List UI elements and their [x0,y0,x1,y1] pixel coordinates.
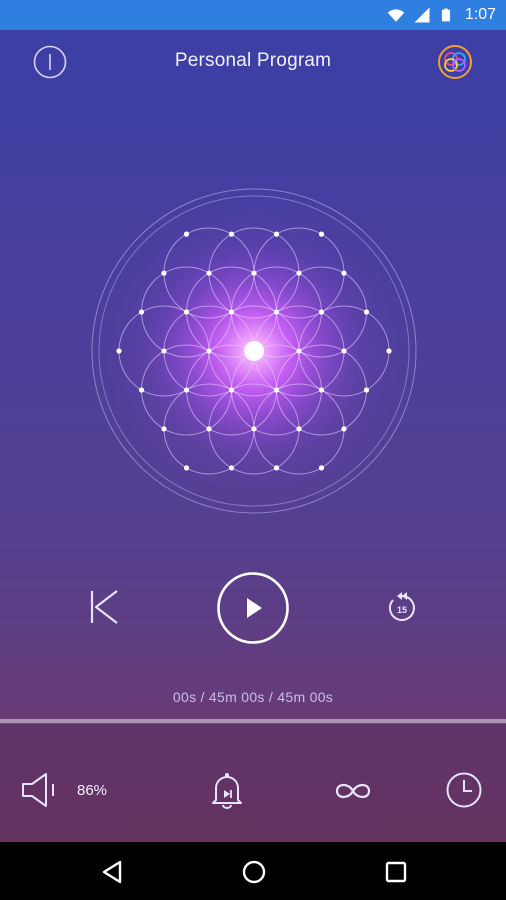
flower-node [341,426,347,432]
playback-time: 00s / 45m 00s / 45m 00s [172,689,334,705]
flower-node [183,309,190,315]
status-time: 1:07 [464,6,496,23]
flower-node [228,387,235,393]
flower-node [273,231,280,237]
system-nav-bar [0,842,506,900]
flower-node [206,426,212,432]
flower-node [251,270,257,276]
flower-node [251,426,257,432]
infinity-icon[interactable] [333,776,373,806]
flower-node [318,465,325,471]
wifi-icon [387,9,405,22]
flower-node [183,231,190,237]
flower-node [296,426,302,432]
signal-icon [414,7,430,23]
flower-node [161,348,167,354]
bottom-toolbar: 86% [0,723,506,842]
flower-node [116,348,122,354]
flower-node [296,348,302,354]
volume-level: 86% [77,782,108,799]
skip-previous-icon[interactable] [86,587,122,627]
volume-icon[interactable] [20,770,60,810]
app-header: Personal Program [0,30,506,92]
flower-node [296,270,302,276]
replay-15-label: 15 [397,605,407,615]
back-icon[interactable] [98,858,126,886]
play-icon[interactable] [216,571,290,645]
flower-of-life-visual [91,188,417,514]
flower-node [138,309,145,315]
flower-node [161,270,167,276]
flower-node [273,465,280,471]
flower-node [138,387,145,393]
status-bar: 1:07 [0,0,506,30]
app-logo-icon[interactable] [437,44,473,80]
battery-icon [441,8,450,22]
home-icon[interactable] [240,858,268,886]
clock-icon[interactable] [445,771,483,809]
flower-node [363,309,370,315]
flower-node [161,426,167,432]
flower-node [341,348,347,354]
flower-node [273,309,280,315]
flower-node [318,387,325,393]
player-controls: 15 [0,570,506,646]
page-title: Personal Program [174,50,332,71]
replay-15-icon[interactable]: 15 [384,590,420,626]
flower-node [318,231,325,237]
flower-node [228,465,235,471]
flower-node [363,387,370,393]
flower-node [318,309,325,315]
flower-node [206,348,212,354]
flower-node [183,387,190,393]
recents-icon[interactable] [382,858,410,886]
flower-node [183,465,190,471]
flower-node [273,387,280,393]
flower-node [206,270,212,276]
flower-node [228,309,235,315]
app-screen: 1:07 Personal Program 15 00s / 45m 00s /… [0,0,506,842]
flower-node [386,348,392,354]
flower-node [341,270,347,276]
flower-node [228,231,235,237]
bell-icon[interactable] [208,770,246,810]
